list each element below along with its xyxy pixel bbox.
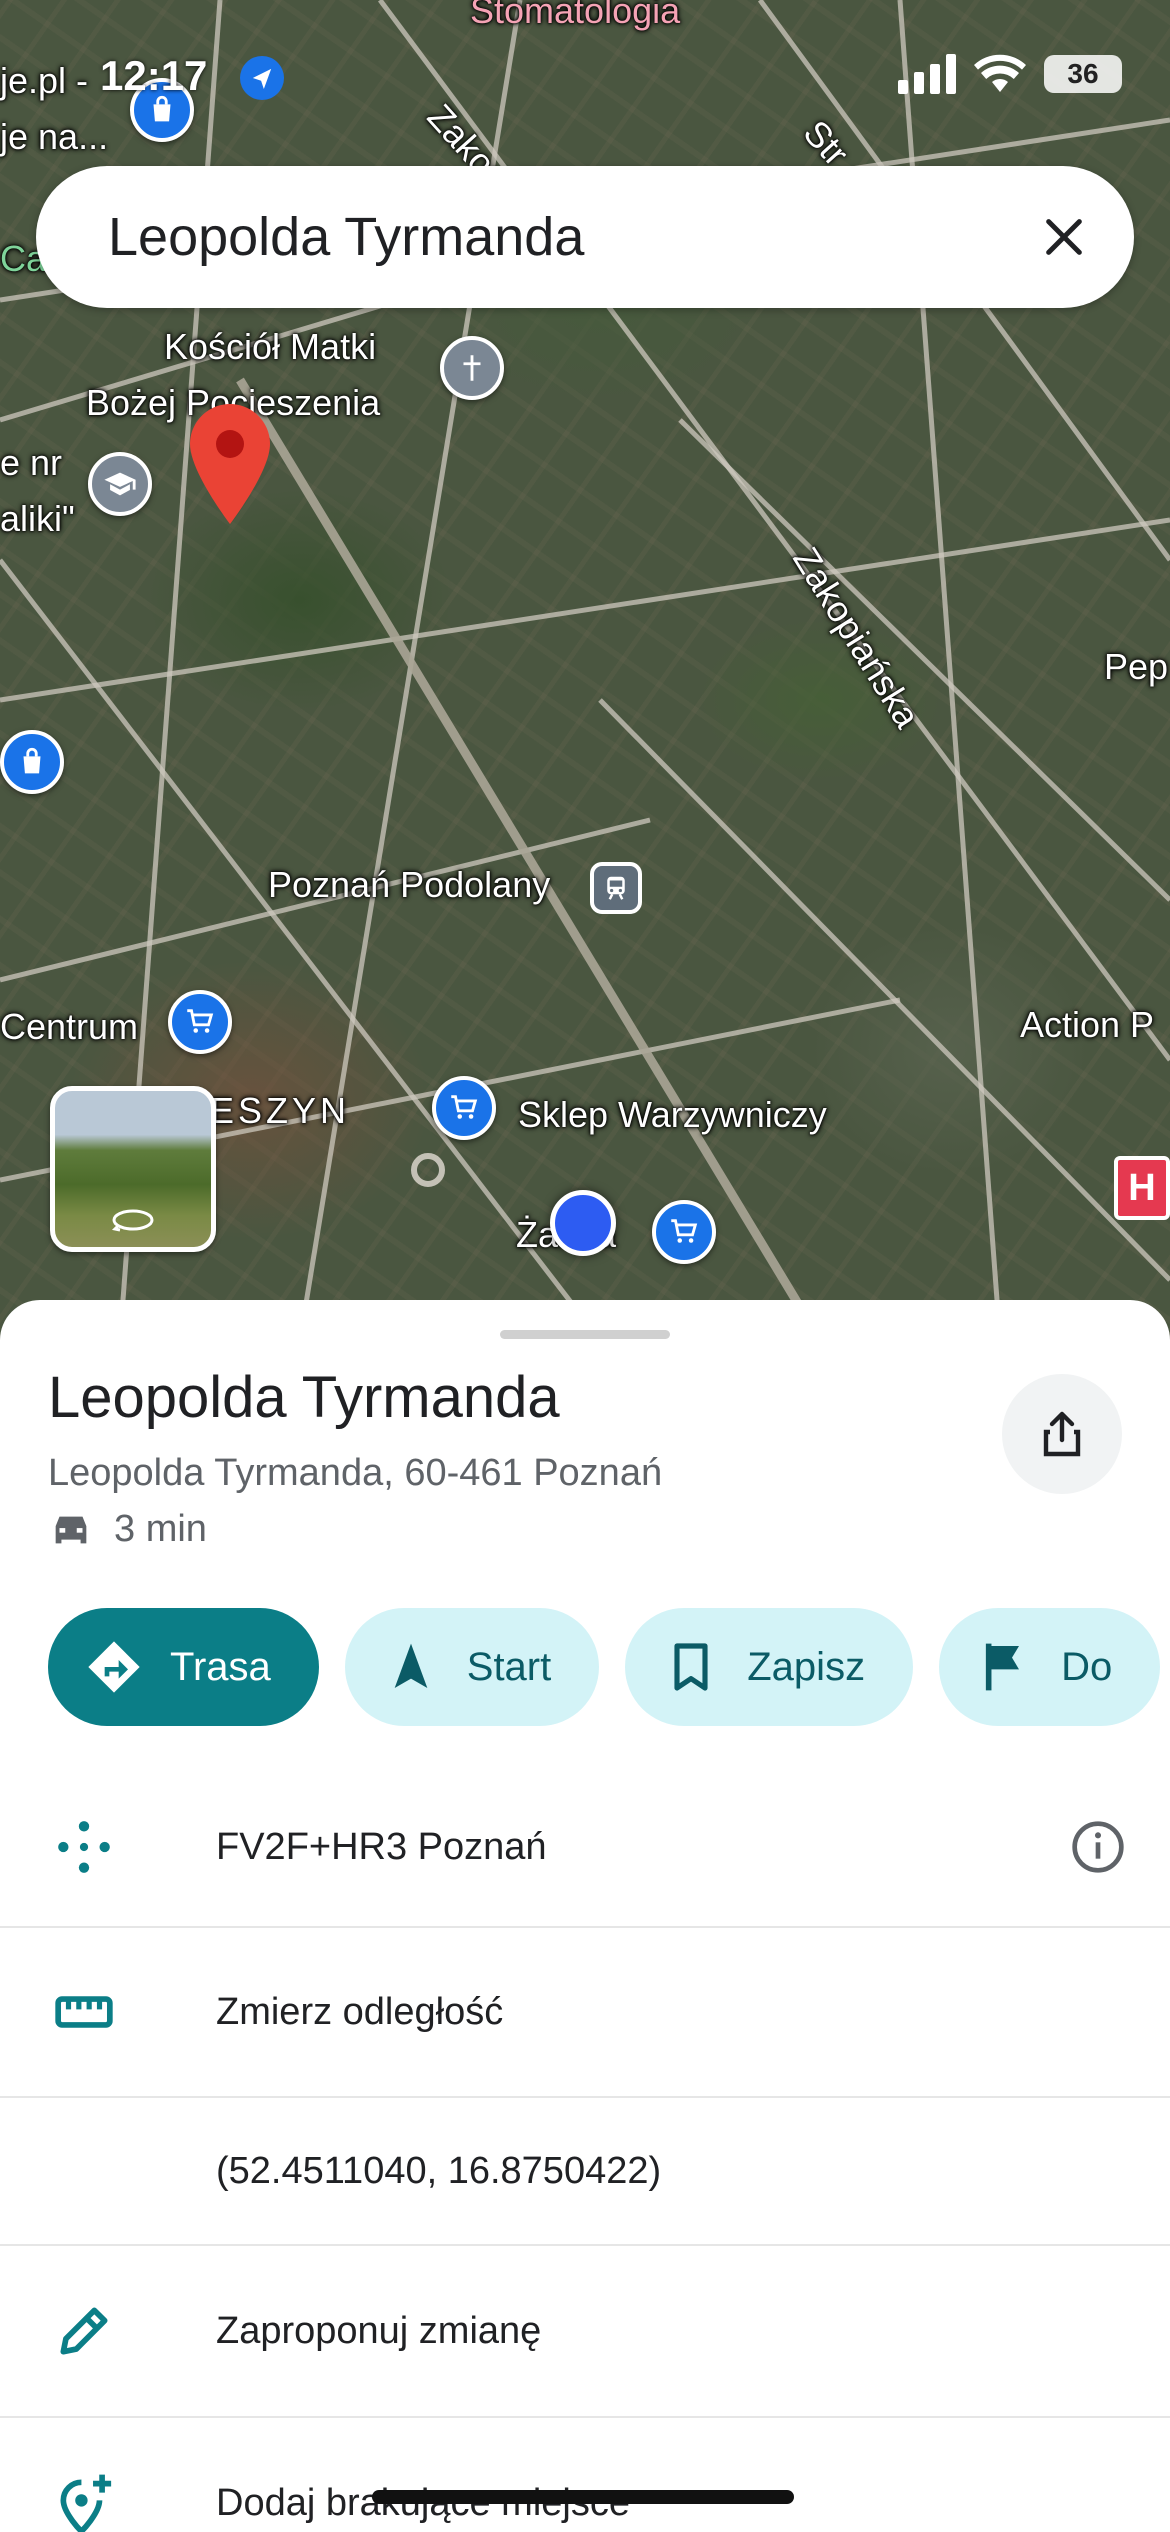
save-label: Zapisz [747, 1644, 866, 1689]
bookmark-icon [674, 1643, 708, 1691]
map-label-top-left-1: je.pl - [0, 60, 89, 101]
current-location-dot [550, 1190, 616, 1256]
measure-distance-row[interactable]: Zmierz odległość [0, 1928, 1170, 2098]
directions-button[interactable]: Trasa [48, 1608, 319, 1726]
add-place-icon [48, 2467, 120, 2532]
cart-pin-zabka[interactable] [652, 1200, 716, 1264]
hospital-marker[interactable]: H [1114, 1156, 1170, 1220]
suggest-edit-text: Zaproponuj zmianę [216, 2309, 542, 2352]
location-arrow-icon [240, 56, 284, 100]
add-place-row[interactable]: Dodaj brakujące miejsce [0, 2418, 1170, 2532]
cross-icon [463, 355, 481, 381]
plus-code-text[interactable]: FV2F+HR3 Poznań [216, 1826, 547, 1869]
map-label-station: Poznań Podolany [268, 864, 551, 905]
map-label-pep: Pep [1104, 646, 1169, 687]
map-label-top-left-2: je na... [0, 116, 109, 157]
ruler-icon [48, 1976, 120, 2048]
drive-time: 3 min [48, 1508, 207, 1551]
shopping-bag-icon-2 [23, 747, 41, 774]
suggest-edit-row[interactable]: Zaproponuj zmianę [0, 2246, 1170, 2418]
hospital-letter: H [1128, 1166, 1156, 1209]
map-label-school-1: e nr [0, 442, 63, 483]
status-time: 12:17 [100, 52, 208, 99]
details-list: FV2F+HR3 Poznań Zmierz odległość (52.451… [0, 1768, 1170, 2532]
map-label-school-2: aliki" [0, 498, 75, 539]
place-marker-icon[interactable] [190, 404, 270, 524]
share-button[interactable] [1002, 1374, 1122, 1494]
place-title: Leopolda Tyrmanda [48, 1365, 560, 1430]
pencil-icon [48, 2295, 120, 2367]
map-label-centrum: Centrum [0, 1006, 139, 1047]
share-icon [1043, 1411, 1081, 1457]
home-indicator[interactable] [372, 2490, 794, 2504]
search-bar[interactable]: Leopolda Tyrmanda [36, 166, 1134, 308]
cart-icon [187, 1009, 214, 1033]
label-label: Do [1061, 1644, 1113, 1689]
directions-label: Trasa [170, 1644, 271, 1689]
measure-distance-text: Zmierz odległość [216, 1990, 504, 2033]
cart-icon-3 [671, 1219, 698, 1243]
map-label-district: ESZYN [210, 1090, 351, 1131]
clear-search-button[interactable] [1034, 207, 1094, 267]
navigation-arrow-icon [394, 1643, 428, 1688]
info-icon[interactable] [1070, 1819, 1126, 1875]
save-button[interactable]: Zapisz [625, 1608, 914, 1726]
flag-icon [985, 1643, 1020, 1691]
map-view[interactable]: Stomatologia je.pl - je na... Ca Zakopi … [0, 0, 1170, 1340]
wifi-icon [974, 54, 1026, 92]
place-details-sheet[interactable]: Leopolda Tyrmanda Leopolda Tyrmanda, 60-… [0, 1300, 1170, 2532]
coordinates-text[interactable]: (52.4511040, 16.8750422) [216, 2150, 661, 2193]
shopping-bag-pin-left[interactable] [0, 730, 64, 794]
car-icon [55, 1516, 87, 1543]
search-query[interactable]: Leopolda Tyrmanda [108, 206, 1034, 268]
cart-icon-2 [451, 1095, 478, 1119]
status-icons: 36 [898, 54, 1122, 94]
plus-code-icon [48, 1811, 120, 1883]
coordinates-row[interactable]: (52.4511040, 16.8750422) [0, 2098, 1170, 2246]
street-view-thumbnail[interactable] [50, 1086, 216, 1252]
train-station-pin[interactable] [590, 862, 642, 914]
graduation-cap-icon [104, 472, 136, 496]
cellular-signal-icon [898, 54, 956, 94]
train-icon [607, 876, 625, 900]
label-button[interactable]: Do [939, 1608, 1161, 1726]
directions-icon [88, 1641, 140, 1693]
map-label-action: Action P [1020, 1004, 1155, 1045]
map-label-stomatologia: Stomatologia [470, 0, 681, 31]
cart-pin-centrum[interactable] [168, 990, 232, 1054]
drive-time-text: 3 min [114, 1508, 207, 1550]
map-label-church-1: Kościół Matki [164, 326, 377, 367]
start-button[interactable]: Start [344, 1608, 600, 1726]
map-label-shop: Sklep Warzywniczy [518, 1094, 827, 1135]
plus-code-row[interactable]: FV2F+HR3 Poznań [0, 1768, 1170, 1928]
church-pin[interactable] [440, 336, 504, 400]
close-icon [1046, 219, 1082, 255]
cart-pin-shop[interactable] [432, 1076, 496, 1140]
action-chips: Trasa Start Zapisz Do [48, 1608, 1161, 1726]
sheet-grabber[interactable] [500, 1330, 670, 1339]
rotate-360-icon [111, 1209, 154, 1232]
place-address: Leopolda Tyrmanda, 60-461 Poznań [48, 1452, 663, 1494]
battery-indicator: 36 [1044, 55, 1122, 93]
school-pin[interactable] [88, 452, 152, 516]
start-label: Start [466, 1644, 552, 1689]
